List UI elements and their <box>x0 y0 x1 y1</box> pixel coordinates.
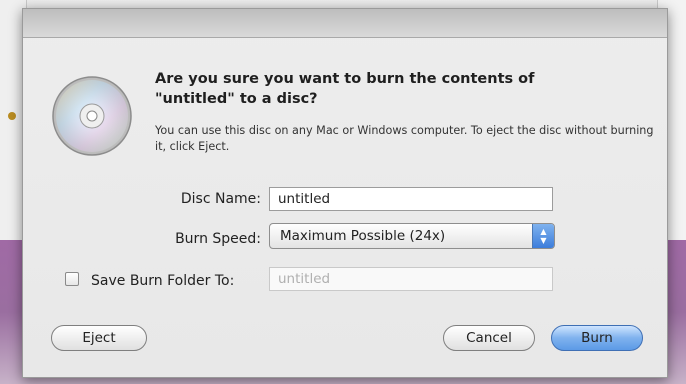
dialog-message: You can use this disc on any Mac or Wind… <box>155 124 654 153</box>
burn-disc-dialog: Are you sure you want to burn the conten… <box>22 8 668 378</box>
burn-speed-select[interactable]: Maximum Possible (24x) ▲ ▼ <box>269 223 555 249</box>
burn-speed-value: Maximum Possible (24x) <box>280 228 446 244</box>
save-burn-folder-input[interactable]: untitled <box>269 267 553 291</box>
background-dot <box>8 112 16 120</box>
disc-name-label: Disc Name: <box>180 191 261 207</box>
select-arrows-icon: ▲ ▼ <box>532 224 554 248</box>
eject-button[interactable]: Eject <box>51 325 147 351</box>
disc-icon <box>52 76 132 156</box>
cancel-button[interactable]: Cancel <box>443 325 535 351</box>
dialog-title: Are you sure you want to burn the conten… <box>155 71 535 107</box>
disc-name-input[interactable]: untitled <box>269 187 553 211</box>
burn-button[interactable]: Burn <box>551 325 643 351</box>
burn-speed-label: Burn Speed: <box>175 231 261 247</box>
save-burn-folder-label: Save Burn Folder To: <box>91 273 235 289</box>
dialog-titlebar <box>23 9 667 38</box>
save-burn-folder-checkbox[interactable] <box>65 272 79 286</box>
